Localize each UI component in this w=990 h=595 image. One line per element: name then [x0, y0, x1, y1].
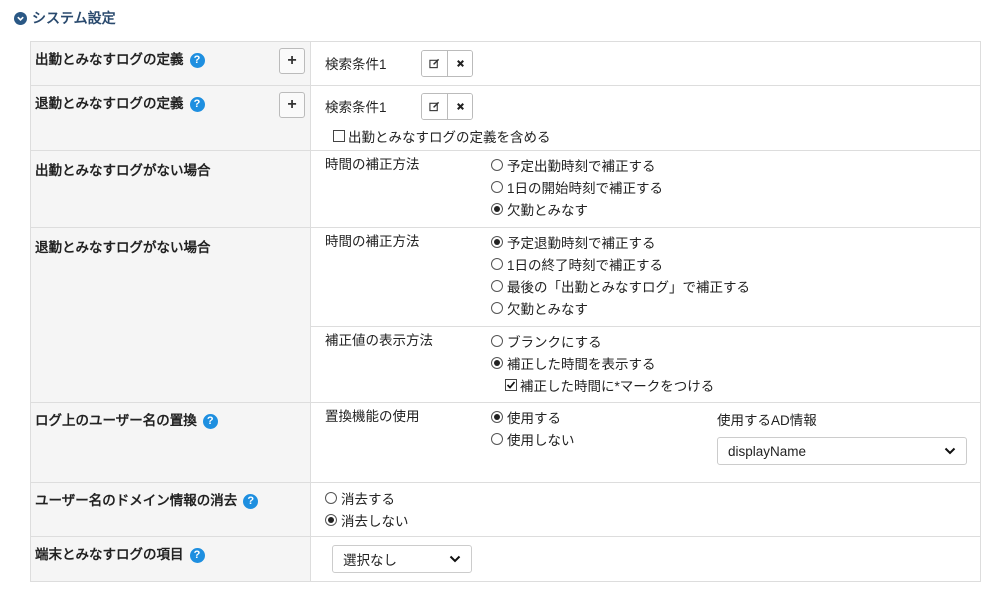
edit-condition-button[interactable]	[422, 50, 447, 76]
sub-label: 置換機能の使用	[325, 409, 420, 424]
row-checkin-definition: 出勤とみなすログの定義? + 検索条件1	[30, 41, 981, 86]
radio-button[interactable]	[491, 357, 503, 369]
radio-button[interactable]	[325, 514, 337, 526]
row-label: ユーザー名のドメイン情報の消去	[35, 493, 238, 508]
check-icon	[506, 381, 516, 389]
select-value: displayName	[728, 443, 807, 459]
edit-icon	[429, 101, 440, 111]
row-label: ログ上のユーザー名の置換	[35, 413, 197, 428]
edit-icon	[429, 58, 440, 68]
ad-info-label: 使用するAD情報	[717, 413, 817, 428]
radio-button[interactable]	[491, 236, 503, 248]
close-icon	[456, 102, 464, 110]
radio-label: 使用しない	[507, 433, 575, 448]
help-icon[interactable]: ?	[189, 96, 205, 112]
checkbox-label: 補正した時間に*マークをつける	[520, 379, 715, 394]
no-checkout-correction-option[interactable]: 欠勤とみなす	[491, 297, 750, 319]
row-label: 出勤とみなすログの定義	[35, 52, 184, 67]
terminal-item-select[interactable]: 選択なし	[332, 545, 472, 573]
chevron-down-icon[interactable]	[14, 11, 27, 25]
section-title: システム設定	[32, 10, 116, 26]
settings-table: 出勤とみなすログの定義? + 検索条件1 退勤とみなすログの定義? + 検索条件…	[30, 41, 981, 582]
radio-label: 消去する	[341, 492, 395, 507]
row-label: 出勤とみなすログがない場合	[35, 163, 211, 178]
checkbox-label: 出勤とみなすログの定義を含める	[348, 130, 551, 145]
condition-label[interactable]: 検索条件1	[325, 53, 421, 73]
radio-label: 予定退勤時刻で補正する	[507, 236, 656, 251]
select-value: 選択なし	[343, 553, 397, 568]
row-no-checkout: 退勤とみなすログがない場合 時間の補正方法 予定退勤時刻で補正する 1日の終了時刻…	[30, 227, 981, 403]
row-terminal-item: 端末とみなすログの項目? 選択なし	[30, 536, 981, 582]
radio-label: 最後の「出勤とみなすログ」で補正する	[507, 280, 750, 295]
chevron-down-icon	[944, 447, 956, 455]
delete-condition-button[interactable]	[447, 93, 472, 119]
row-domain-remove: ユーザー名のドメイン情報の消去? 消去する消去しない	[30, 482, 981, 537]
chevron-down-icon	[449, 555, 461, 563]
add-condition-button[interactable]: +	[279, 92, 305, 118]
domain-remove-option[interactable]: 消去する	[325, 487, 980, 509]
help-icon[interactable]: ?	[189, 547, 205, 563]
radio-label: 1日の終了時刻で補正する	[507, 258, 664, 273]
radio-button[interactable]	[491, 258, 503, 270]
row-label: 退勤とみなすログがない場合	[35, 240, 211, 255]
radio-button[interactable]	[491, 433, 503, 445]
radio-button[interactable]	[491, 335, 503, 347]
ad-info-select[interactable]: displayName	[717, 437, 967, 465]
radio-button[interactable]	[491, 159, 503, 171]
add-condition-button[interactable]: +	[279, 48, 305, 74]
close-icon	[456, 59, 464, 67]
section-header[interactable]: システム設定	[14, 8, 116, 28]
edit-condition-button[interactable]	[422, 93, 447, 119]
help-icon[interactable]: ?	[202, 413, 218, 429]
sub-label: 時間の補正方法	[325, 157, 420, 172]
radio-label: 欠勤とみなす	[507, 203, 588, 218]
sub-label: 時間の補正方法	[325, 234, 420, 249]
radio-label: ブランクにする	[507, 335, 602, 350]
domain-remove-option[interactable]: 消去しない	[325, 509, 980, 531]
radio-button[interactable]	[491, 280, 503, 292]
no-checkout-correction-option[interactable]: 最後の「出勤とみなすログ」で補正する	[491, 275, 750, 297]
radio-label: 1日の開始時刻で補正する	[507, 181, 664, 196]
no-checkout-correction-option[interactable]: 1日の終了時刻で補正する	[491, 253, 750, 275]
radio-button[interactable]	[325, 492, 337, 504]
radio-label: 消去しない	[341, 514, 409, 529]
asterisk-mark-checkbox[interactable]: 補正した時間に*マークをつける	[491, 374, 714, 396]
replace-usage-option[interactable]: 使用する	[491, 406, 575, 428]
radio-button[interactable]	[491, 181, 503, 193]
condition-label[interactable]: 検索条件1	[325, 96, 421, 116]
display-method-option[interactable]: 補正した時間を表示する	[491, 352, 714, 374]
row-label: 端末とみなすログの項目	[35, 547, 184, 562]
delete-condition-button[interactable]	[447, 50, 472, 76]
radio-button[interactable]	[491, 411, 503, 423]
display-method-option[interactable]: ブランクにする	[491, 330, 714, 352]
include-checkin-checkbox[interactable]: 出勤とみなすログの定義を含める	[311, 126, 980, 146]
checkbox-checked[interactable]	[505, 379, 517, 391]
radio-label: 使用する	[507, 411, 561, 426]
no-checkin-correction-option[interactable]: 欠勤とみなす	[491, 198, 663, 220]
replace-usage-option[interactable]: 使用しない	[491, 428, 575, 450]
checkbox-unchecked[interactable]	[333, 130, 345, 142]
row-checkout-definition: 退勤とみなすログの定義? + 検索条件1 出勤とみなすログの定義を含める	[30, 85, 981, 151]
radio-label: 欠勤とみなす	[507, 302, 588, 317]
radio-button[interactable]	[491, 302, 503, 314]
no-checkout-correction-option[interactable]: 予定退勤時刻で補正する	[491, 231, 750, 253]
help-icon[interactable]: ?	[243, 493, 259, 509]
row-no-checkin: 出勤とみなすログがない場合 時間の補正方法 予定出勤時刻で補正する 1日の開始時刻…	[30, 150, 981, 228]
display-method-label: 補正値の表示方法	[325, 333, 433, 348]
row-user-replace: ログ上のユーザー名の置換? 置換機能の使用 使用する使用しない 使用するAD情報…	[30, 402, 981, 483]
no-checkin-correction-option[interactable]: 予定出勤時刻で補正する	[491, 154, 663, 176]
radio-button[interactable]	[491, 203, 503, 215]
row-label: 退勤とみなすログの定義	[35, 96, 184, 111]
no-checkin-correction-option[interactable]: 1日の開始時刻で補正する	[491, 176, 663, 198]
radio-label: 補正した時間を表示する	[507, 357, 656, 372]
help-icon[interactable]: ?	[189, 52, 205, 68]
radio-label: 予定出勤時刻で補正する	[507, 159, 656, 174]
